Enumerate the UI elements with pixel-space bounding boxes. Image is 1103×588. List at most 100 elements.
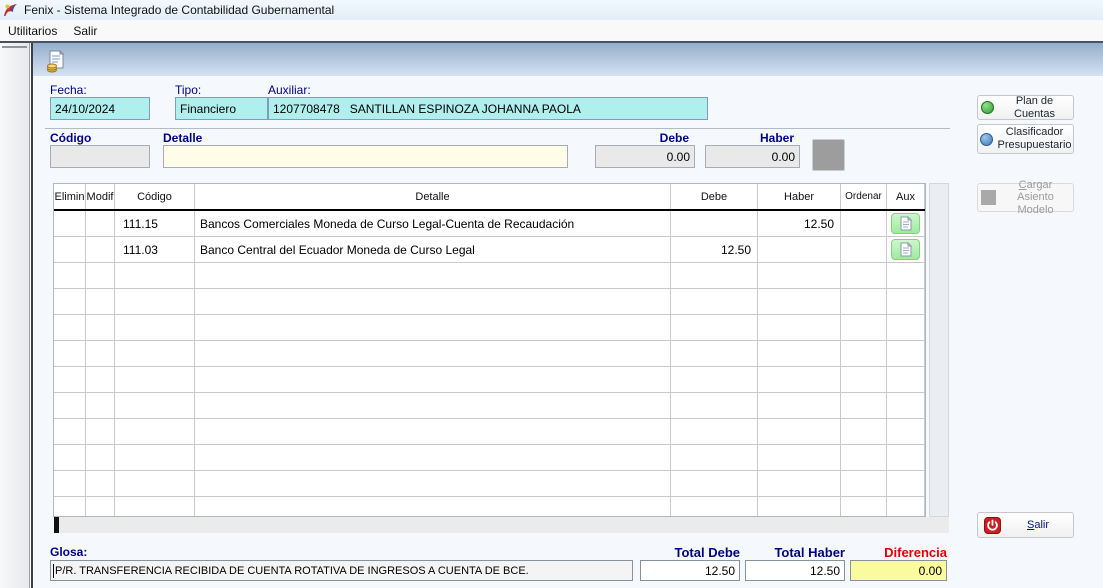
clasificador-presupuestario-button[interactable]: Clasificador Presupuestario — [977, 124, 1074, 154]
table-cell — [758, 419, 841, 444]
table-cell — [841, 497, 887, 516]
document-coins-icon[interactable] — [44, 49, 68, 73]
table-cell — [115, 263, 195, 288]
debe-input[interactable]: 0.00 — [595, 145, 695, 168]
aux-cell — [887, 497, 925, 516]
table-cell — [86, 237, 115, 262]
table-row[interactable] — [54, 341, 925, 367]
table-row[interactable] — [54, 445, 925, 471]
table-cell — [195, 419, 671, 444]
table-cell — [86, 289, 115, 314]
diferencia-field: 0.00 — [850, 560, 947, 581]
table-cell: 12.50 — [671, 237, 758, 262]
table-cell — [841, 289, 887, 314]
table-cell: 111.15 — [115, 211, 195, 236]
table-cell — [758, 315, 841, 340]
table-cell — [86, 419, 115, 444]
header-elimin: Elimin — [54, 184, 86, 209]
clasificador-label: Clasificador Presupuestario — [998, 126, 1072, 151]
fecha-field[interactable]: 24/10/2024 — [50, 97, 150, 120]
salir-button[interactable]: Salir — [977, 512, 1074, 538]
table-row[interactable] — [54, 471, 925, 497]
table-cell: 12.50 — [758, 211, 841, 236]
aux-cell — [887, 263, 925, 288]
table-cell: 111.03 — [115, 237, 195, 262]
table-cell — [115, 315, 195, 340]
aux-cell — [887, 393, 925, 418]
table-cell — [841, 341, 887, 366]
auxiliar-field[interactable]: 1207708478 SANTILLAN ESPINOZA JOHANNA PA… — [268, 97, 708, 120]
table-cell — [841, 471, 887, 496]
table-cell — [86, 367, 115, 392]
table-cell — [671, 367, 758, 392]
table-row[interactable] — [54, 367, 925, 393]
table-cell — [54, 341, 86, 366]
table-cell — [671, 289, 758, 314]
table-row[interactable] — [54, 419, 925, 445]
table-cell — [115, 341, 195, 366]
tipo-field[interactable]: Financiero — [175, 97, 268, 120]
table-cell — [54, 367, 86, 392]
aux-cell — [887, 289, 925, 314]
add-entry-button[interactable] — [812, 139, 845, 171]
table-cell — [841, 211, 887, 236]
table-cell — [115, 367, 195, 392]
codigo-input[interactable] — [50, 145, 150, 168]
header-aux: Aux — [887, 184, 925, 209]
total-debe-field: 12.50 — [640, 560, 740, 581]
header-ordenar: Ordenar — [841, 184, 887, 209]
app-icon — [3, 2, 19, 18]
table-cell — [86, 471, 115, 496]
table-cell — [841, 315, 887, 340]
cargar-asiento-modelo-button[interactable]: Cargar Asiento Modelo — [977, 183, 1074, 212]
table-cell — [86, 445, 115, 470]
table-cell — [115, 289, 195, 314]
vertical-scrollbar[interactable] — [929, 183, 949, 517]
table-cell — [195, 367, 671, 392]
horizontal-scrollbar-thumb[interactable] — [54, 517, 59, 533]
table-cell — [841, 367, 887, 392]
table-row[interactable] — [54, 497, 925, 516]
table-cell: Bancos Comerciales Moneda de Curso Legal… — [195, 211, 671, 236]
menu-salir[interactable]: Salir — [65, 22, 105, 40]
table-cell — [671, 445, 758, 470]
table-row[interactable] — [54, 315, 925, 341]
table-cell — [758, 497, 841, 516]
table-cell — [671, 211, 758, 236]
aux-cell — [887, 471, 925, 496]
table-cell — [54, 263, 86, 288]
table-cell — [195, 445, 671, 470]
glosa-input[interactable]: P/R. TRANSFERENCIA RECIBIDA DE CUENTA RO… — [50, 560, 633, 581]
table-row[interactable]: 111.03Banco Central del Ecuador Moneda d… — [54, 237, 925, 263]
debe-label: Debe — [595, 131, 689, 145]
table-cell — [86, 497, 115, 516]
table-cell — [115, 419, 195, 444]
title-bar: Fenix - Sistema Integrado de Contabilida… — [0, 0, 1103, 20]
plan-de-cuentas-button[interactable]: Plan de Cuentas — [977, 95, 1074, 120]
table-row[interactable] — [54, 289, 925, 315]
table-row[interactable] — [54, 263, 925, 289]
header-detalle: Detalle — [195, 184, 671, 209]
menu-utilitarios[interactable]: Utilitarios — [0, 22, 65, 40]
entries-table: Elimin Modif Código Detalle Debe Haber O… — [53, 183, 926, 517]
horizontal-scrollbar[interactable] — [54, 517, 949, 533]
glosa-text: P/R. TRANSFERENCIA RECIBIDA DE CUENTA RO… — [55, 565, 529, 577]
aux-cell — [887, 341, 925, 366]
aux-document-button[interactable] — [891, 213, 920, 234]
table-cell — [841, 237, 887, 262]
table-row[interactable]: 111.15Bancos Comerciales Moneda de Curso… — [54, 211, 925, 237]
aux-document-button[interactable] — [891, 239, 920, 260]
header-codigo: Código — [115, 184, 195, 209]
table-cell — [54, 471, 86, 496]
text-caret — [53, 564, 54, 578]
separator-line — [45, 128, 950, 129]
glosa-label: Glosa: — [50, 545, 87, 559]
detalle-input[interactable] — [163, 145, 568, 168]
table-cell — [195, 263, 671, 288]
table-row[interactable] — [54, 393, 925, 419]
table-cell — [671, 393, 758, 418]
table-cell — [195, 315, 671, 340]
haber-input[interactable]: 0.00 — [705, 145, 800, 168]
table-cell: Banco Central del Ecuador Moneda de Curs… — [195, 237, 671, 262]
table-cell — [54, 211, 86, 236]
